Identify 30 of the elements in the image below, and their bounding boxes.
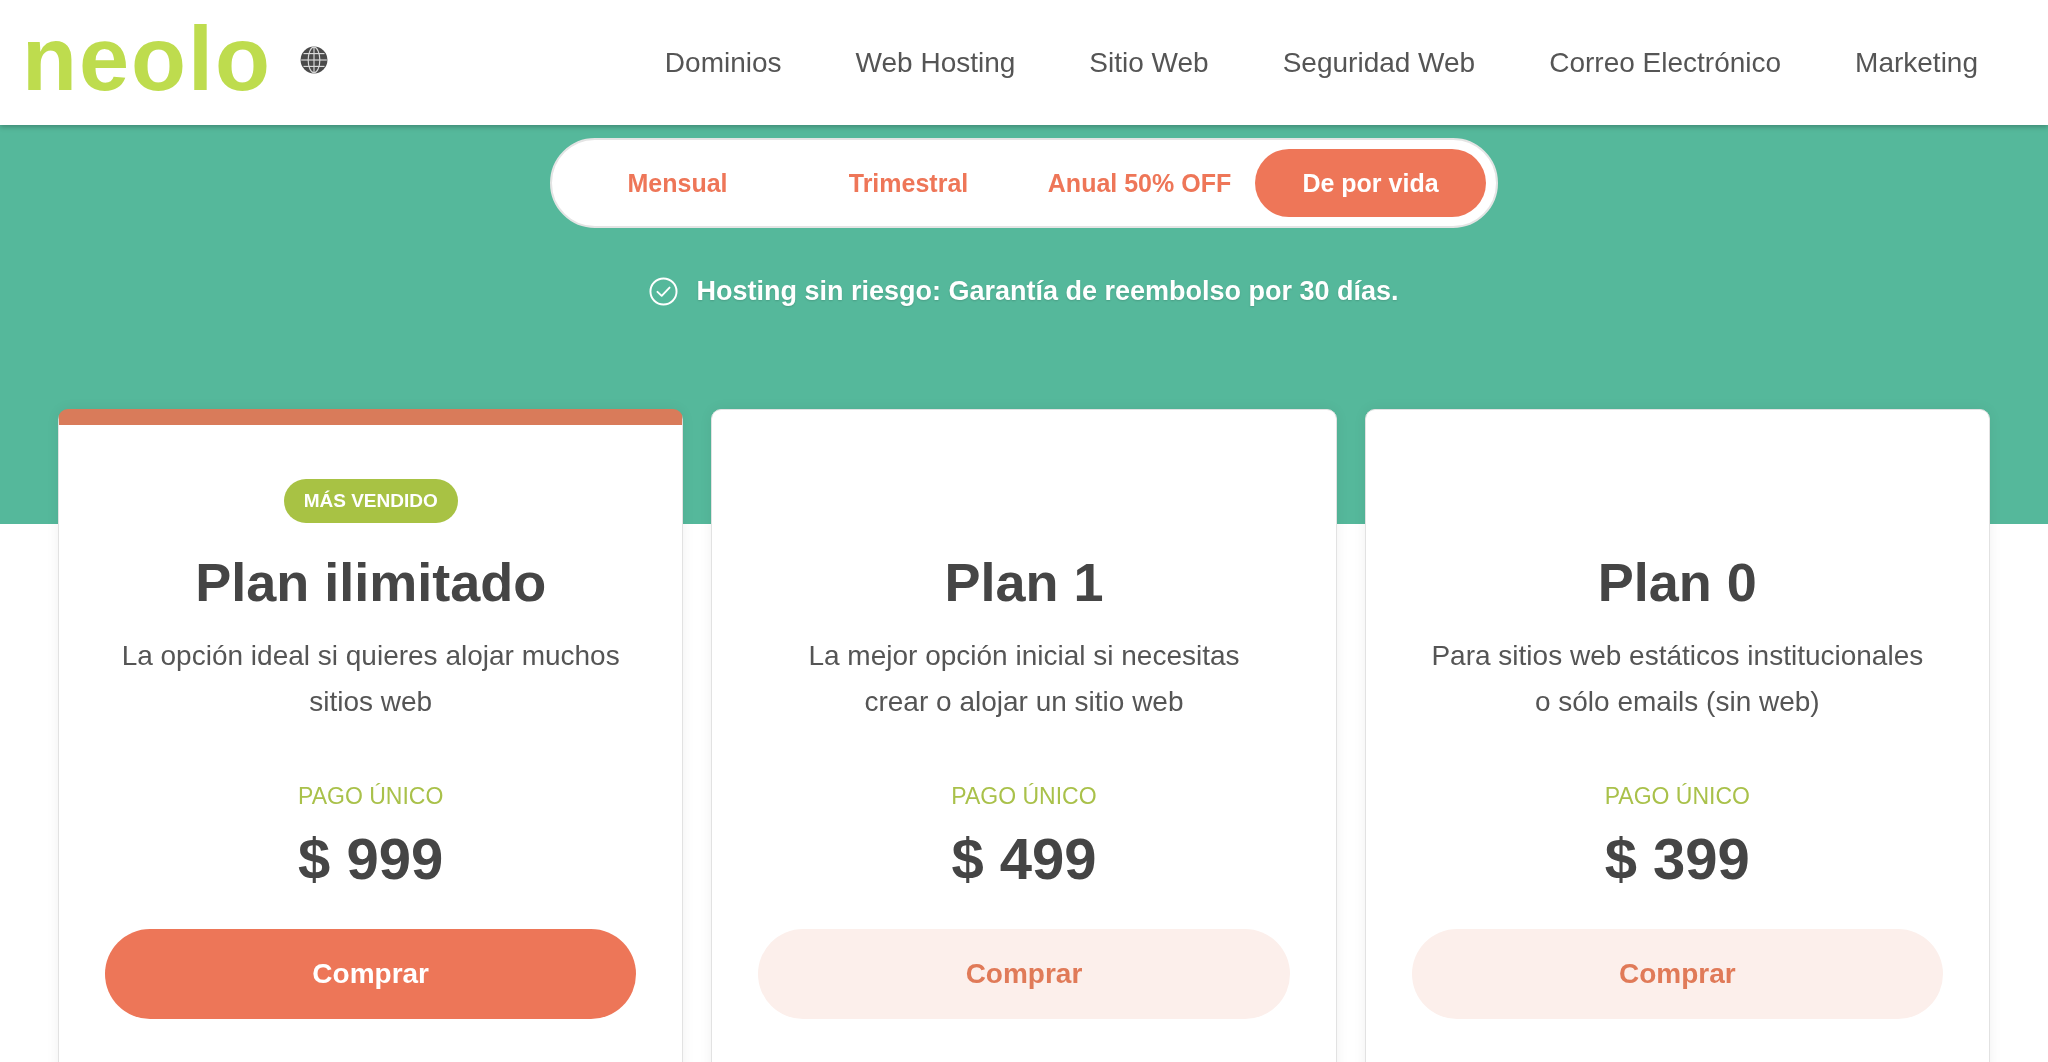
- plan-price: $ 999: [298, 825, 444, 893]
- plan-name: Plan ilimitado: [195, 551, 547, 614]
- plan-name: Plan 0: [1597, 551, 1757, 614]
- plan-description: La mejor opción inicial si necesitas crear o alojar un sitio web: [807, 639, 1241, 719]
- plan-description: Para sitios web estáticos institucionales o sólo emails (sin web): [1430, 639, 1925, 719]
- buy-button[interactable]: Comprar: [1411, 929, 1943, 1019]
- check-circle-icon: [649, 277, 679, 306]
- nav-link[interactable]: Sitio Web: [1089, 46, 1209, 79]
- billing-option[interactable]: Trimestral: [793, 149, 1024, 217]
- nav-link[interactable]: Seguridad Web: [1282, 46, 1476, 79]
- nav-link[interactable]: Web Hosting: [855, 46, 1016, 79]
- guarantee-text: Hosting sin riesgo: Garantía de reembolso por 30 días.: [696, 276, 1399, 307]
- billing-option[interactable]: De por vida: [1255, 149, 1486, 217]
- billing-option[interactable]: Anual 50% OFF: [1024, 149, 1255, 217]
- nav-link[interactable]: Dominios: [664, 46, 782, 79]
- plan-description: La opción ideal si quieres alojar muchos sitios web: [120, 639, 621, 719]
- buy-button[interactable]: Comprar: [758, 929, 1290, 1019]
- logo[interactable]: neolo: [22, 13, 272, 104]
- plan-price: $ 399: [1604, 825, 1750, 893]
- billing-option[interactable]: Mensual: [562, 149, 793, 217]
- price-label: PAGO ÚNICO: [298, 782, 444, 811]
- nav-link[interactable]: Correo Electrónico: [1549, 46, 1782, 79]
- plan-price: $ 499: [951, 825, 1097, 893]
- price-label: PAGO ÚNICO: [1604, 782, 1750, 811]
- best-seller-badge: MÁS VENDIDO: [283, 479, 458, 523]
- price-label: PAGO ÚNICO: [951, 782, 1097, 811]
- plan-name: Plan 1: [944, 551, 1104, 614]
- globe-icon[interactable]: [300, 45, 328, 74]
- nav-link[interactable]: Marketing: [1855, 46, 1978, 79]
- buy-button[interactable]: Comprar: [105, 929, 637, 1019]
